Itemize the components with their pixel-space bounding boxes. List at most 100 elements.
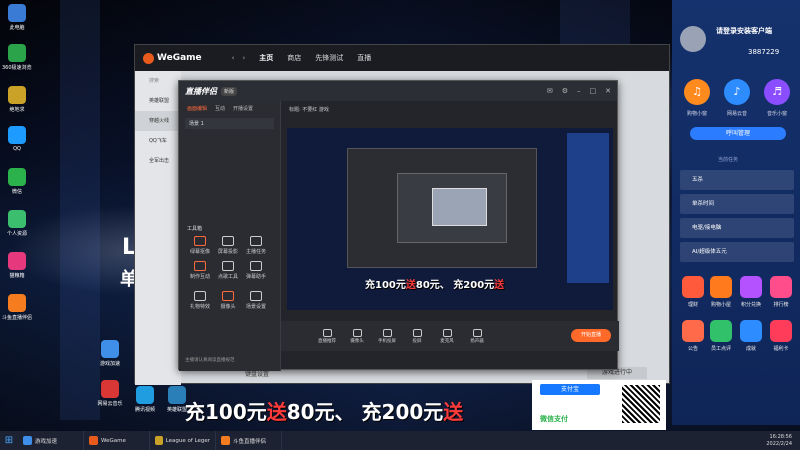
- toolbox-item[interactable]: 弹幕助手: [243, 261, 269, 280]
- scene-item[interactable]: 场景 1: [185, 118, 274, 129]
- task-row[interactable]: 五杀: [680, 170, 794, 190]
- toolbox-item[interactable]: 制作互动: [187, 261, 213, 280]
- desktop-icon[interactable]: 个人资源: [2, 210, 32, 237]
- netease-music-button[interactable]: ♪: [724, 79, 750, 105]
- nav-pioneer[interactable]: 先锋测试: [315, 53, 343, 63]
- tool-label: 制作互动: [189, 274, 210, 280]
- wegame-search-input[interactable]: 搜索: [135, 71, 181, 91]
- close-icon[interactable]: ✕: [605, 87, 611, 95]
- tab-interaction[interactable]: 互动: [215, 105, 225, 112]
- avatar[interactable]: [680, 26, 706, 52]
- feature-tile[interactable]: [682, 320, 704, 342]
- cloud-icon: [101, 340, 119, 358]
- bottom-toolbar-item[interactable]: 直播推荐: [317, 328, 337, 344]
- maximize-icon[interactable]: □: [590, 87, 597, 95]
- title-value[interactable]: 不要红 游戏: [302, 107, 329, 113]
- tool-label: 屏幕投影: [217, 249, 238, 255]
- start-live-button[interactable]: 开始直播: [571, 329, 611, 342]
- sidebar-game[interactable]: 英雄联盟: [135, 91, 181, 111]
- toolbox-item[interactable]: 摄像头: [215, 291, 241, 310]
- taskbar-app-label: League of Legends: [165, 437, 210, 444]
- toolbox-item[interactable]: 主播任务: [243, 236, 269, 255]
- back-icon[interactable]: ‹: [232, 54, 235, 62]
- promo-banner: 充100元送80元、 充200元送: [185, 396, 463, 425]
- forward-icon[interactable]: ›: [242, 54, 245, 62]
- music-icon: [101, 380, 119, 398]
- bottom-toolbar-item[interactable]: 麦克风: [437, 328, 457, 344]
- rules-notice[interactable]: 主播请认真阅读直播规范: [185, 357, 235, 363]
- stream-left-panel: 画面编辑 互动 开播设置 场景 1 工具箱 绿幕抠像 屏幕投影 主播任务 制作互动 点歌…: [179, 101, 281, 371]
- bottom-toolbar-item[interactable]: 扬声器: [467, 328, 487, 344]
- minimize-icon[interactable]: –: [577, 87, 581, 95]
- stream-preview[interactable]: 充100元送80元、 充200元送: [287, 128, 613, 310]
- task-row[interactable]: AI/超级体五元: [680, 242, 794, 262]
- desktop-icon[interactable]: 游戏加速: [95, 340, 125, 367]
- feature-tile[interactable]: [740, 320, 762, 342]
- music-window-button[interactable]: ♬: [764, 79, 790, 105]
- nav-home[interactable]: 主页: [259, 53, 273, 63]
- taskbar-clock[interactable]: 16:28:56 2022/2/24: [766, 434, 800, 448]
- sidebar-game[interactable]: 穿越火线: [135, 111, 181, 131]
- feature-tile[interactable]: [710, 276, 732, 298]
- desktop-icon[interactable]: 网易云音乐: [95, 380, 125, 407]
- nested-window-capture: [432, 188, 487, 226]
- taskbar-app[interactable]: 斗鱼直播伴侣: [216, 431, 282, 450]
- sidebar-game[interactable]: QQ飞车: [135, 131, 181, 151]
- tool-icon: [194, 261, 206, 271]
- task-row[interactable]: 电驱/接电脑: [680, 218, 794, 238]
- call-manager-button[interactable]: 呼叫管理: [690, 127, 786, 140]
- promo-part-red: 送: [494, 280, 505, 291]
- feature-tile[interactable]: [770, 320, 792, 342]
- feature-tile[interactable]: [710, 320, 732, 342]
- taskbar-app[interactable]: WeGame: [84, 431, 150, 450]
- bottom-toolbar-item[interactable]: 摄像头: [347, 328, 367, 344]
- desktop-icon[interactable]: 此电脑: [2, 4, 32, 31]
- login-text[interactable]: 请登录安装客户端: [716, 26, 772, 36]
- toolbox-item[interactable]: 礼物特效: [187, 291, 213, 310]
- toolbar-item-icon: [352, 328, 362, 337]
- nav-live[interactable]: 直播: [357, 53, 371, 63]
- gift-icon[interactable]: ✉: [547, 87, 553, 95]
- douyu-icon: [8, 294, 26, 312]
- nav-store[interactable]: 商店: [287, 53, 301, 63]
- tab-live-settings[interactable]: 开播设置: [233, 105, 253, 112]
- stream-app-window: 直播伴侣 新版 ✉ ⚙ – □ ✕ 画面编辑 互动 开播设置 场景 1 工具箱 …: [178, 80, 619, 371]
- toolbox-item[interactable]: 场景设置: [243, 291, 269, 310]
- feature-tile-label: 员工点评: [710, 346, 731, 352]
- toolbox-item[interactable]: 屏幕投影: [215, 236, 241, 255]
- desktop-icon[interactable]: 斗鱼直播伴侣: [2, 294, 32, 321]
- game-icon: [8, 86, 26, 104]
- desktop-icon[interactable]: 猫粮箱: [2, 252, 32, 279]
- desktop-icon[interactable]: 360极速浏览器: [2, 44, 32, 71]
- qr-code: [622, 385, 660, 423]
- promo-part: 80元、 充200元: [415, 280, 495, 291]
- promo-part-red: 送: [266, 400, 287, 424]
- bottom-toolbar-item[interactable]: 投屏: [407, 328, 427, 344]
- task-row[interactable]: 单杀时间: [680, 194, 794, 214]
- desktop-icon[interactable]: 绝地求: [2, 86, 32, 113]
- toolbox-item[interactable]: 绿幕抠像: [187, 236, 213, 255]
- desktop-icon-label: 个人资源: [6, 231, 27, 237]
- bottom-toolbar-item[interactable]: 手机投屏: [377, 328, 397, 344]
- feature-tile[interactable]: [770, 276, 792, 298]
- desktop-icon[interactable]: QQ: [2, 126, 32, 152]
- wegame-logo-text: WeGame: [157, 53, 202, 63]
- taskbar-app[interactable]: League of Legends: [150, 431, 216, 450]
- feature-tile-label: 福利卡: [773, 346, 789, 352]
- shop-window-button[interactable]: ♫: [684, 79, 710, 105]
- desktop-icon[interactable]: 微信: [2, 168, 32, 195]
- desktop-icon-label: 360极速浏览器: [2, 65, 32, 71]
- video-icon: [136, 386, 154, 404]
- desktop-icon[interactable]: 腾讯视频: [130, 386, 160, 413]
- lol-icon: [168, 386, 186, 404]
- toolbox-item[interactable]: 点歌工具: [215, 261, 241, 280]
- start-icon[interactable]: ⊞: [0, 431, 18, 450]
- feature-tile[interactable]: [682, 276, 704, 298]
- toolbar-item-label: 投屏: [412, 338, 422, 344]
- feature-tile[interactable]: [740, 276, 762, 298]
- taskbar-app[interactable]: 游戏加速: [18, 431, 84, 450]
- sidebar-game[interactable]: 全军出击: [135, 151, 181, 171]
- settings-icon[interactable]: ⚙: [562, 87, 568, 95]
- bottom-toolbar-items: 直播推荐 摄像头 手机投屏 投屏 麦克风 扬声器: [317, 328, 487, 344]
- tab-scene-edit[interactable]: 画面编辑: [187, 105, 207, 112]
